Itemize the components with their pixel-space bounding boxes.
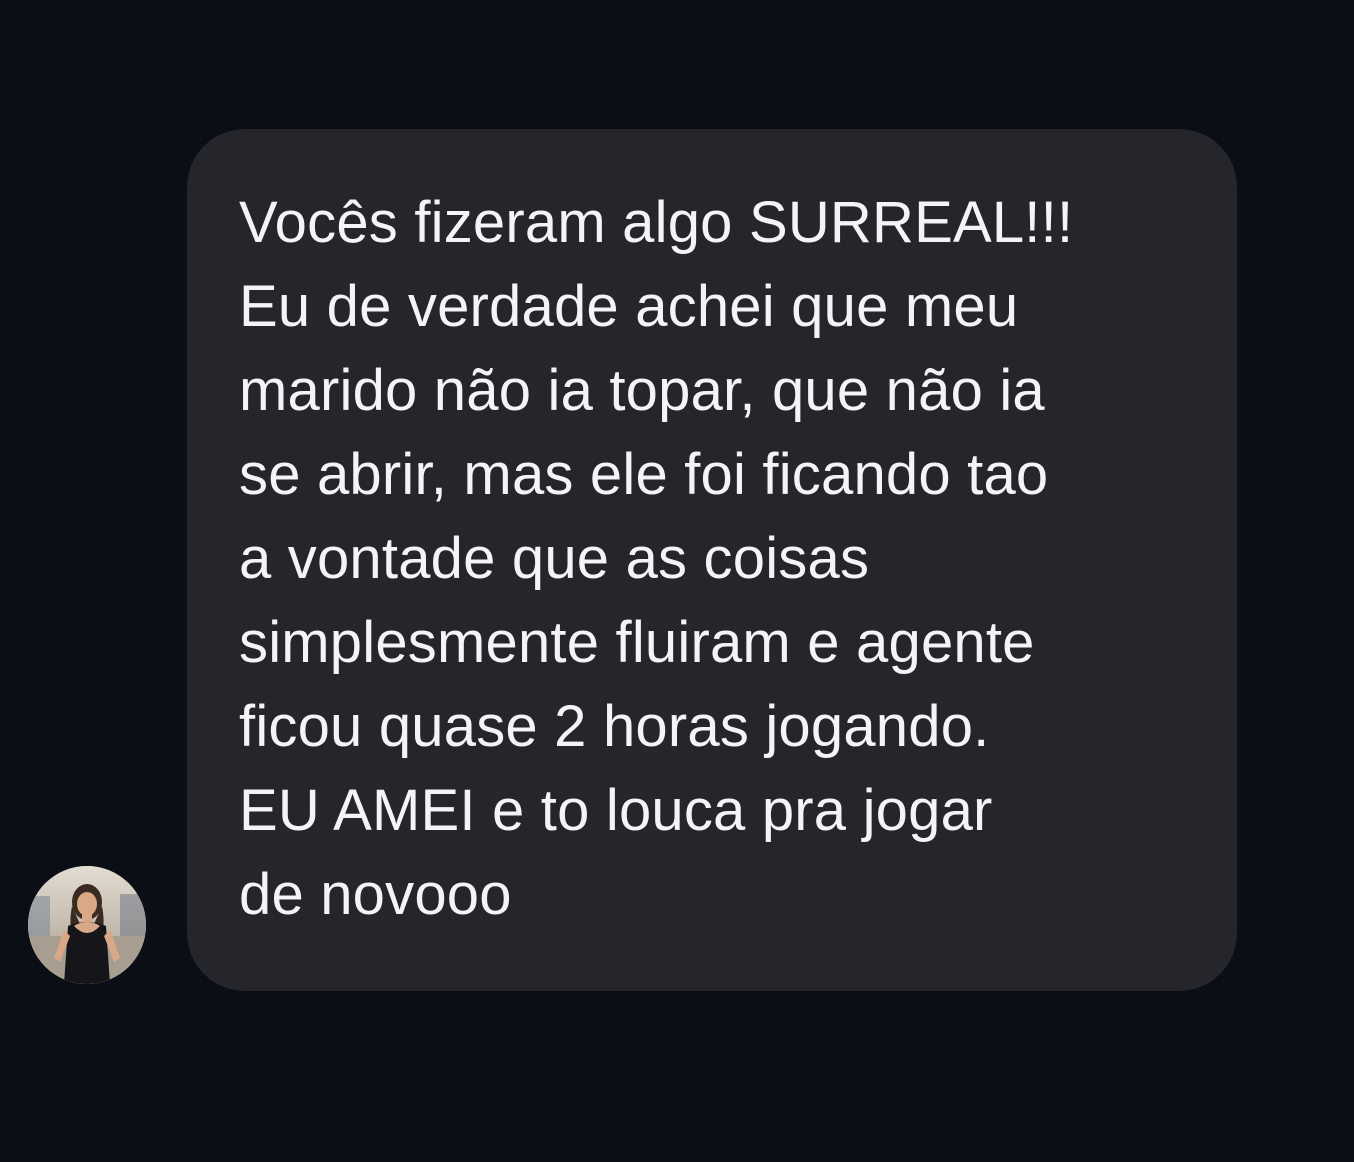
avatar-photo-icon bbox=[28, 866, 146, 984]
message-line: simplesmente fluiram e agente bbox=[239, 610, 1035, 675]
chat-thread: Vocês fizeram algo SURREAL!!! Eu de verd… bbox=[0, 0, 1354, 1162]
sender-avatar[interactable] bbox=[28, 866, 146, 984]
message-line: de novooo bbox=[239, 862, 512, 927]
message-line: Eu de verdade achei que meu bbox=[239, 274, 1019, 339]
message-bubble[interactable]: Vocês fizeram algo SURREAL!!! Eu de verd… bbox=[187, 129, 1237, 991]
message-line: Vocês fizeram algo SURREAL!!! bbox=[239, 190, 1074, 255]
message-line: se abrir, mas ele foi ficando tao bbox=[239, 442, 1049, 507]
message-text: Vocês fizeram algo SURREAL!!! Eu de verd… bbox=[239, 181, 1197, 937]
message-line: ficou quase 2 horas jogando. bbox=[239, 694, 990, 759]
message-line: EU AMEI e to louca pra jogar bbox=[239, 778, 993, 843]
message-line: marido não ia topar, que não ia bbox=[239, 358, 1045, 423]
message-line: a vontade que as coisas bbox=[239, 526, 870, 591]
